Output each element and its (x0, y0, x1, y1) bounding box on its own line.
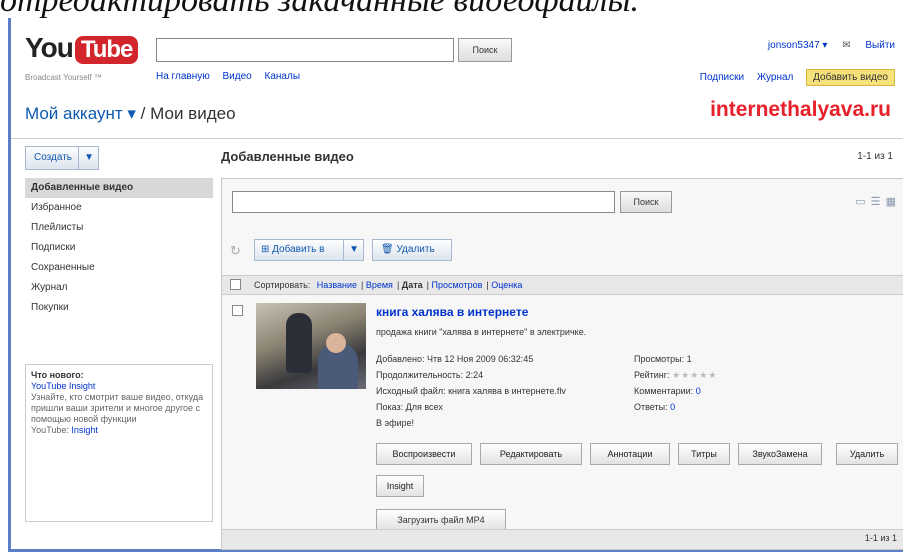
breadcrumb-separator: / (140, 104, 146, 123)
video-meta-right: Просмотры: 1 Рейтинг: ★★★★★ Комментарии:… (634, 351, 717, 415)
rating-stars-icon: ★★★★★ (672, 370, 718, 380)
news-link[interactable]: YouTube Insight (31, 381, 207, 392)
mail-icon[interactable]: ✉ (842, 40, 850, 51)
add-to-button[interactable]: ⊞ Добавить в ▼ (254, 239, 364, 261)
add-to-label: ⊞ Добавить в (261, 244, 325, 255)
sidebar-item-history[interactable]: Журнал (25, 278, 213, 298)
subscriptions-link[interactable]: Подписки (700, 72, 744, 83)
username-menu[interactable]: jonson5347 ▾ (768, 40, 828, 51)
video-title-link[interactable]: книга халява в интернете (376, 305, 528, 319)
sort-title[interactable]: Название (317, 280, 357, 290)
nav-channels[interactable]: Каналы (265, 71, 301, 82)
sort-time[interactable]: Время (366, 280, 393, 290)
slogan: Broadcast Yourself ™ (25, 73, 102, 82)
history-link[interactable]: Журнал (757, 72, 794, 83)
audioswap-button[interactable]: ЗвукоЗамена (738, 443, 822, 465)
chevron-down-icon[interactable]: ▼ (343, 240, 359, 260)
bottom-bar: 1-1 из 1 (222, 529, 903, 549)
youtube-screenshot: You Tube Broadcast Yourself ™ Поиск На гл… (8, 18, 903, 552)
captions-button[interactable]: Титры (678, 443, 730, 465)
sidebar-item-favorites[interactable]: Избранное (25, 198, 213, 218)
nav-home[interactable]: На главную (156, 71, 210, 82)
news-footer-prefix: YouTube: (31, 425, 69, 435)
header-divider (11, 138, 903, 139)
watermark: internethalyava.ru (710, 98, 891, 121)
right-nav: Подписки Журнал Добавить видео (690, 69, 895, 86)
nav-videos[interactable]: Видео (223, 71, 252, 82)
upload-mp4-button[interactable]: Загрузить файл MP4 (376, 509, 506, 531)
breadcrumb-current: Мои видео (150, 104, 236, 123)
video-meta-left: Добавлено: Чтв 12 Ноя 2009 06:32:45 Прод… (376, 351, 566, 431)
sidebar-item-uploaded[interactable]: Добавленные видео (25, 178, 213, 198)
select-all-checkbox[interactable] (230, 279, 241, 290)
video-row-checkbox[interactable] (232, 305, 243, 316)
view-mode-icons[interactable]: ▭ ☰ ▦ (855, 195, 897, 208)
play-button[interactable]: Воспроизвести (376, 443, 472, 465)
breadcrumb: Мой аккаунт ▾ / Мои видео (25, 104, 236, 124)
user-area: jonson5347 ▾ ✉ Выйти (756, 40, 895, 51)
logout-link[interactable]: Выйти (865, 40, 895, 51)
news-heading: Что нового: (31, 370, 84, 380)
create-label: Создать (34, 152, 73, 163)
added-date: Добавлено: Чтв 12 Ноя 2009 06:32:45 (376, 354, 534, 364)
replies-count[interactable]: 0 (670, 402, 675, 412)
upload-video-button[interactable]: Добавить видео (806, 69, 895, 86)
video-search-input[interactable] (232, 191, 615, 213)
views-count: 1 (686, 354, 692, 364)
delete-selected-button[interactable]: 🗑 Удалить (372, 239, 452, 261)
whats-new-box: Что нового: YouTube Insight Узнайте, кто… (25, 364, 213, 522)
sort-date[interactable]: Дата (402, 280, 423, 290)
refresh-icon[interactable]: ↻ (230, 243, 241, 259)
views-label: Просмотры: (634, 354, 685, 364)
result-count: 1-1 из 1 (857, 151, 893, 162)
top-nav: На главную Видео Каналы (156, 71, 310, 82)
comments-count[interactable]: 0 (696, 386, 701, 396)
source-file: Исходный файл: книга халява в интернете.… (376, 386, 566, 396)
delete-video-button[interactable]: Удалить (836, 443, 898, 465)
sort-bar: Сортировать: Название | Время | Дата | Прос… (222, 275, 903, 295)
privacy: Показ: Для всех (376, 402, 443, 412)
annotations-button[interactable]: Аннотации (590, 443, 670, 465)
comments-label: Комментарии: (634, 386, 694, 396)
logo-you: You (25, 32, 74, 63)
news-footer-link[interactable]: Insight (71, 425, 98, 435)
duration: Продолжительность: 2:24 (376, 370, 484, 380)
video-description: продажа книги "халява в интернете" в эле… (376, 327, 587, 337)
create-button[interactable]: Создать ▼ (25, 146, 99, 170)
insight-button[interactable]: Insight (376, 475, 424, 497)
page-title: Добавленные видео (221, 149, 354, 164)
search-button[interactable]: Поиск (458, 38, 512, 62)
sidebar-item-purchases[interactable]: Покупки (25, 298, 213, 318)
video-thumbnail[interactable] (256, 303, 366, 389)
edit-button[interactable]: Редактировать (480, 443, 582, 465)
rating-label: Рейтинг: (634, 370, 670, 380)
videos-panel: Поиск ▭ ☰ ▦ ↻ ⊞ Добавить в ▼ 🗑 Удалить С… (221, 178, 903, 550)
chevron-down-icon[interactable]: ▼ (78, 147, 94, 169)
sort-rating[interactable]: Оценка (491, 280, 522, 290)
logo-tube: Tube (74, 36, 139, 64)
sidebar-item-playlists[interactable]: Плейлисты (25, 218, 213, 238)
live-status: В эфире! (376, 418, 415, 428)
sidebar-item-saved[interactable]: Сохраненные (25, 258, 213, 278)
search-input[interactable] (156, 38, 454, 62)
video-search-button[interactable]: Поиск (620, 191, 672, 213)
sort-label: Сортировать: (254, 280, 311, 290)
account-menu[interactable]: Мой аккаунт ▾ (25, 104, 136, 123)
replies-label: Ответы: (634, 402, 668, 412)
sort-views[interactable]: Просмотров (431, 280, 482, 290)
youtube-logo[interactable]: You Tube (25, 32, 139, 64)
news-text: Узнайте, кто смотрит ваше видео, откуда … (31, 392, 204, 424)
bottom-result-count: 1-1 из 1 (864, 533, 897, 543)
sidebar: Добавленные видео Избранное Плейлисты По… (25, 178, 213, 318)
sidebar-item-subscriptions[interactable]: Подписки (25, 238, 213, 258)
